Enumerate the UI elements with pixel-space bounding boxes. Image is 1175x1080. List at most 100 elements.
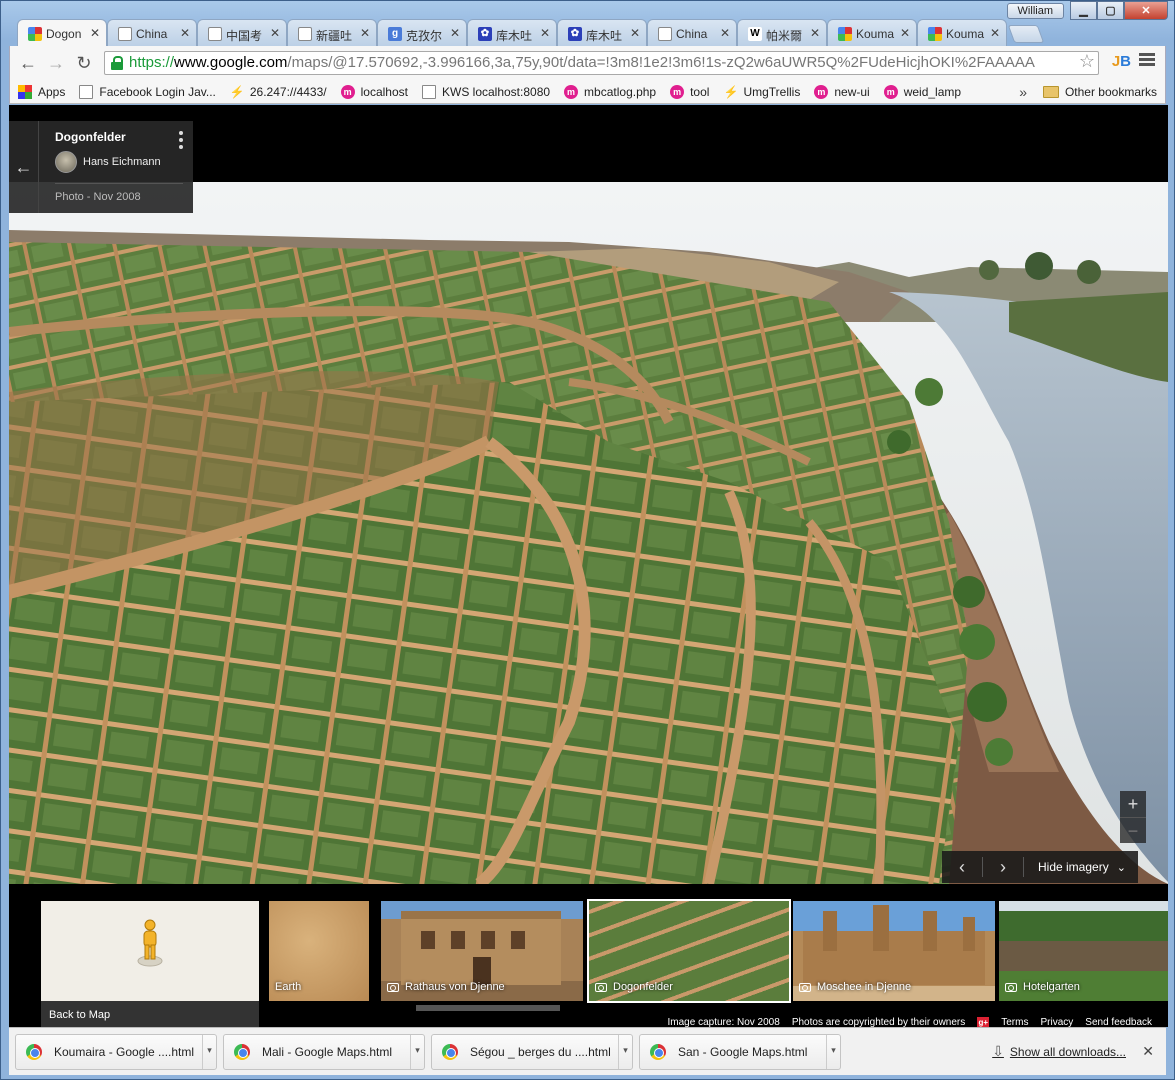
maps-viewport[interactable]: ← Dogonfelder Hans Eichmann Photo - Nov …	[9, 105, 1168, 1027]
bookmark-label: weid_lamp	[903, 84, 962, 99]
tab-close-icon[interactable]: ✕	[360, 26, 370, 40]
address-bar[interactable]: https://www.google.com/maps/@17.570692,-…	[104, 51, 1099, 75]
bookmark-item[interactable]: ⚡ UmgTrellis	[723, 85, 800, 99]
bookmark-item[interactable]: ⚡ 26.247://4433/	[230, 85, 327, 99]
tab-label: 库木吐	[586, 29, 623, 43]
bookmarks-overflow-button[interactable]: »	[1019, 84, 1027, 100]
tab[interactable]: China ✕	[107, 19, 197, 46]
tab[interactable]: ✿ 库木吐 ✕	[467, 19, 557, 46]
privacy-link[interactable]: Privacy	[1040, 1017, 1073, 1027]
tab-close-icon[interactable]: ✕	[180, 26, 190, 40]
download-item[interactable]: San - Google Maps.html ▾	[639, 1033, 841, 1070]
tab[interactable]: ✿ 库木吐 ✕	[557, 19, 647, 46]
tab-close-icon[interactable]: ✕	[720, 26, 730, 40]
chrome-menu-icon[interactable]	[1139, 53, 1155, 68]
photo-author[interactable]: Hans Eichmann	[55, 151, 161, 173]
bookmark-label: Apps	[38, 84, 66, 99]
send-feedback-link[interactable]: Send feedback	[1085, 1017, 1152, 1027]
bookmark-label: new-ui	[834, 84, 870, 99]
thumb-rathaus-von-djenne[interactable]: Rathaus von Djenne	[381, 901, 583, 1001]
more-options-icon[interactable]	[179, 131, 183, 152]
thumb-moschee-in-djenne[interactable]: Moschee in Djenne	[793, 901, 995, 1001]
tab[interactable]: 新疆吐 ✕	[287, 19, 377, 46]
tab[interactable]: Kouma ✕	[827, 19, 917, 46]
tab[interactable]: China ✕	[647, 19, 737, 46]
zoom-control: + −	[1120, 791, 1146, 843]
terms-link[interactable]: Terms	[1001, 1017, 1028, 1027]
download-menu-chevron-icon[interactable]: ▾	[202, 1034, 216, 1069]
back-arrow-icon[interactable]: ←	[16, 52, 40, 74]
previous-image-button[interactable]: ‹	[942, 857, 982, 878]
tab-close-icon[interactable]: ✕	[450, 26, 460, 40]
tab-close-icon[interactable]: ✕	[540, 26, 550, 40]
zoom-out-button[interactable]: −	[1120, 817, 1146, 843]
download-menu-chevron-icon[interactable]: ▾	[826, 1034, 840, 1069]
back-to-map-card[interactable]: Back to Map	[41, 901, 259, 1027]
bookmark-star-icon[interactable]: ☆	[1079, 51, 1095, 72]
bookmark-item[interactable]: KWS localhost:8080	[421, 84, 550, 99]
filmstrip-scrollbar[interactable]	[416, 1005, 560, 1011]
close-window-button[interactable]: ✕	[1124, 1, 1168, 20]
bookmark-item[interactable]: Facebook Login Jav...	[79, 84, 216, 99]
new-tab-button[interactable]	[1007, 25, 1045, 43]
tab[interactable]: W 帕米爾 ✕	[737, 19, 827, 46]
apps-icon	[18, 84, 32, 99]
tab[interactable]: 中国考 ✕	[197, 19, 287, 46]
close-icon[interactable]: ✕	[1142, 1043, 1154, 1060]
photo-info-card: ← Dogonfelder Hans Eichmann Photo - Nov …	[9, 121, 193, 213]
minimize-button[interactable]: ▁	[1070, 1, 1097, 20]
maximize-button[interactable]: ▢	[1097, 1, 1124, 20]
folder-icon	[1042, 85, 1059, 98]
thumb-hotelgarten[interactable]: Hotelgarten	[999, 901, 1168, 1001]
bookmark-label: tool	[690, 84, 710, 99]
tab-close-icon[interactable]: ✕	[270, 26, 280, 40]
tab-close-icon[interactable]: ✕	[810, 26, 820, 40]
other-bookmarks[interactable]: Other bookmarks	[1042, 85, 1157, 99]
panorama-photo[interactable]	[9, 182, 1168, 884]
download-menu-chevron-icon[interactable]: ▾	[410, 1034, 424, 1069]
bookmark-item[interactable]: m localhost	[340, 84, 408, 99]
bookmark-item[interactable]: m mbcatlog.php	[564, 84, 656, 99]
chrome-file-icon	[442, 1043, 458, 1060]
page-icon	[658, 27, 672, 41]
forward-arrow-icon[interactable]: →	[44, 52, 68, 74]
url-scheme: https://	[129, 54, 175, 71]
double-chevron-down-icon[interactable]: ⌄	[1117, 861, 1126, 874]
tab-close-icon[interactable]: ✕	[630, 26, 640, 40]
profile-button[interactable]: William	[1006, 3, 1064, 19]
bookmark-item[interactable]: m new-ui	[814, 84, 870, 99]
tab-close-icon[interactable]: ✕	[900, 26, 910, 40]
tab[interactable]: Kouma ✕	[917, 19, 1007, 46]
show-all-downloads-link[interactable]: ⇩ Show all downloads...	[992, 1043, 1126, 1060]
jetbrains-extension-icon[interactable]: JB	[1112, 53, 1131, 70]
download-item[interactable]: Mali - Google Maps.html ▾	[223, 1033, 425, 1070]
download-menu-chevron-icon[interactable]: ▾	[618, 1034, 632, 1069]
tab-close-icon[interactable]: ✕	[90, 26, 100, 40]
thumb-label: Rathaus von Djenne	[405, 981, 505, 993]
download-filename: Mali - Google Maps.html	[262, 1044, 393, 1059]
camera-icon	[387, 982, 399, 992]
bookmark-item[interactable]: m weid_lamp	[883, 84, 962, 99]
download-item[interactable]: Koumaira - Google ....html ▾	[15, 1033, 217, 1070]
download-item[interactable]: Ségou _ berges du ....html ▾	[431, 1033, 633, 1070]
thumb-dogonfelder[interactable]: Dogonfelder	[587, 899, 791, 1003]
reload-icon[interactable]: ↻	[72, 52, 96, 74]
bookmark-item[interactable]: m tool	[670, 84, 710, 99]
next-image-button[interactable]: ›	[983, 857, 1023, 878]
avatar	[55, 151, 77, 173]
tab-label: 库木吐	[496, 29, 533, 43]
tab[interactable]: g 克孜尔 ✕	[377, 19, 467, 46]
tab-close-icon[interactable]: ✕	[990, 26, 1000, 40]
bookmark-label: Facebook Login Jav...	[99, 84, 216, 99]
tab[interactable]: Dogon ✕	[17, 19, 107, 46]
tab-label: 新疆吐	[316, 29, 353, 43]
tab-label: China	[676, 27, 708, 41]
google-plus-icon[interactable]: g+	[977, 1017, 990, 1027]
chrome-file-icon	[650, 1043, 666, 1060]
zoom-in-button[interactable]: +	[1120, 791, 1146, 817]
hide-imagery-button[interactable]: Hide imagery	[1038, 860, 1109, 874]
thumb-earth[interactable]: Earth	[269, 901, 369, 1001]
camera-icon	[1005, 982, 1017, 992]
bookmark-item[interactable]: Apps	[18, 84, 66, 99]
back-arrow-icon[interactable]: ←	[9, 121, 39, 213]
